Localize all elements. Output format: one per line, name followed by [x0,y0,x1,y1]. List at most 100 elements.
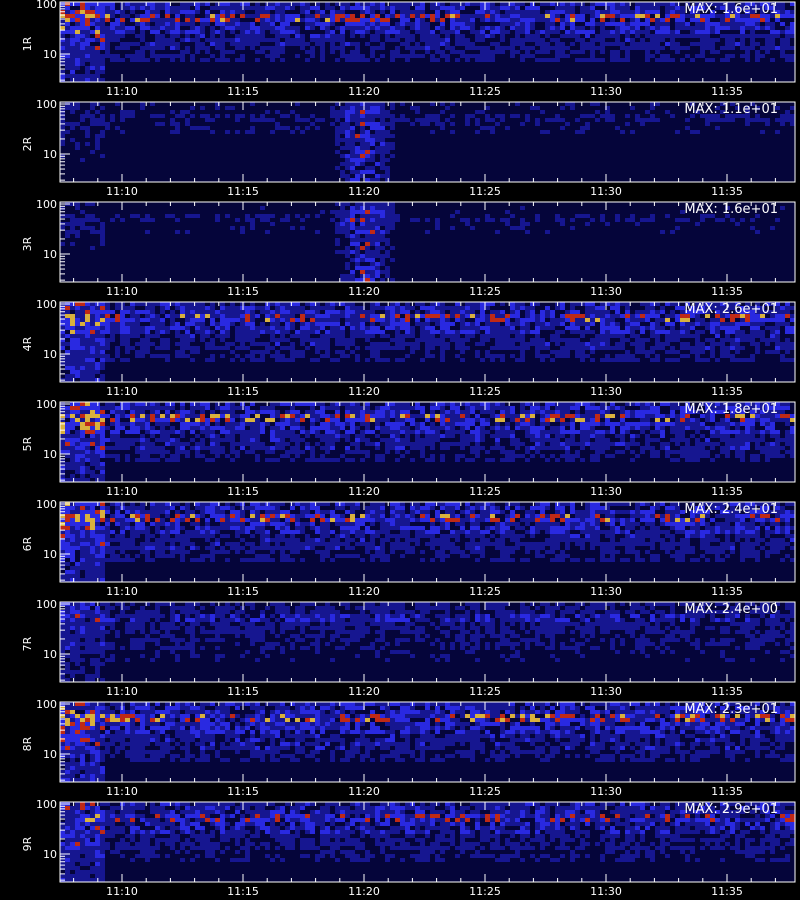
cell [275,50,280,54]
cell [725,338,730,342]
cell [290,334,295,338]
cell [645,354,650,358]
cell [560,26,565,30]
cell [360,410,365,414]
cell [570,218,575,222]
cell [460,410,465,414]
cell [320,34,325,38]
cell [540,342,545,346]
cell [445,326,450,330]
cell [160,114,165,118]
cell [320,326,325,330]
cell [260,46,265,50]
cell [150,102,155,106]
cell [70,42,75,46]
cell [135,410,140,414]
cell [510,306,515,310]
cell [520,318,525,322]
cell [400,334,405,338]
cell [345,134,350,138]
cell [155,22,160,26]
cell [200,302,205,306]
cell [375,238,380,242]
cell [210,26,215,30]
cell [70,50,75,54]
cell [140,350,145,354]
cell [120,410,125,414]
cell [305,26,310,30]
cell [350,218,355,222]
cell [285,114,290,118]
cell [770,226,775,230]
cell [150,414,155,418]
cell [710,354,715,358]
cell [605,330,610,334]
cell [355,202,360,206]
cell [650,410,655,414]
cell [560,46,565,50]
cell [120,114,125,118]
cell [660,30,665,34]
cell [70,38,75,42]
cell [375,350,380,354]
cell [595,14,600,18]
cell [230,406,235,410]
cell [210,310,215,314]
cell [600,330,605,334]
cell [450,338,455,342]
cell [160,414,165,418]
cell [660,38,665,42]
cell [775,34,780,38]
cell [280,18,285,22]
cell [590,330,595,334]
cell [565,342,570,346]
cell [675,14,680,18]
cell [95,34,100,38]
cell [780,410,785,414]
cell [595,310,600,314]
cell [315,358,320,362]
cell [455,42,460,46]
cell [100,62,105,66]
cell [330,322,335,326]
cell [695,22,700,26]
cell [775,30,780,34]
cell [630,46,635,50]
cell [150,334,155,338]
cell [265,310,270,314]
cell [390,6,395,10]
cell [80,406,85,410]
cell [150,318,155,322]
cell [185,38,190,42]
cell [250,46,255,50]
cell [525,330,530,334]
cell [240,358,245,362]
cell [410,22,415,26]
cell [705,18,710,22]
cell [415,22,420,26]
cell [585,22,590,26]
cell [335,214,340,218]
cell [175,230,180,234]
cell [220,334,225,338]
cell [365,6,370,10]
cell [530,106,535,110]
cell [615,34,620,38]
cell [390,114,395,118]
cell [725,118,730,122]
cell [600,334,605,338]
cell [230,302,235,306]
cell [625,402,630,406]
cell [320,342,325,346]
cell [495,402,500,406]
cell [65,414,70,418]
cell [415,42,420,46]
cell [215,42,220,46]
cell [625,306,630,310]
cell [790,114,795,118]
cell [340,10,345,14]
cell [100,362,105,366]
cell [290,302,295,306]
cell [570,14,575,18]
cell [460,54,465,58]
